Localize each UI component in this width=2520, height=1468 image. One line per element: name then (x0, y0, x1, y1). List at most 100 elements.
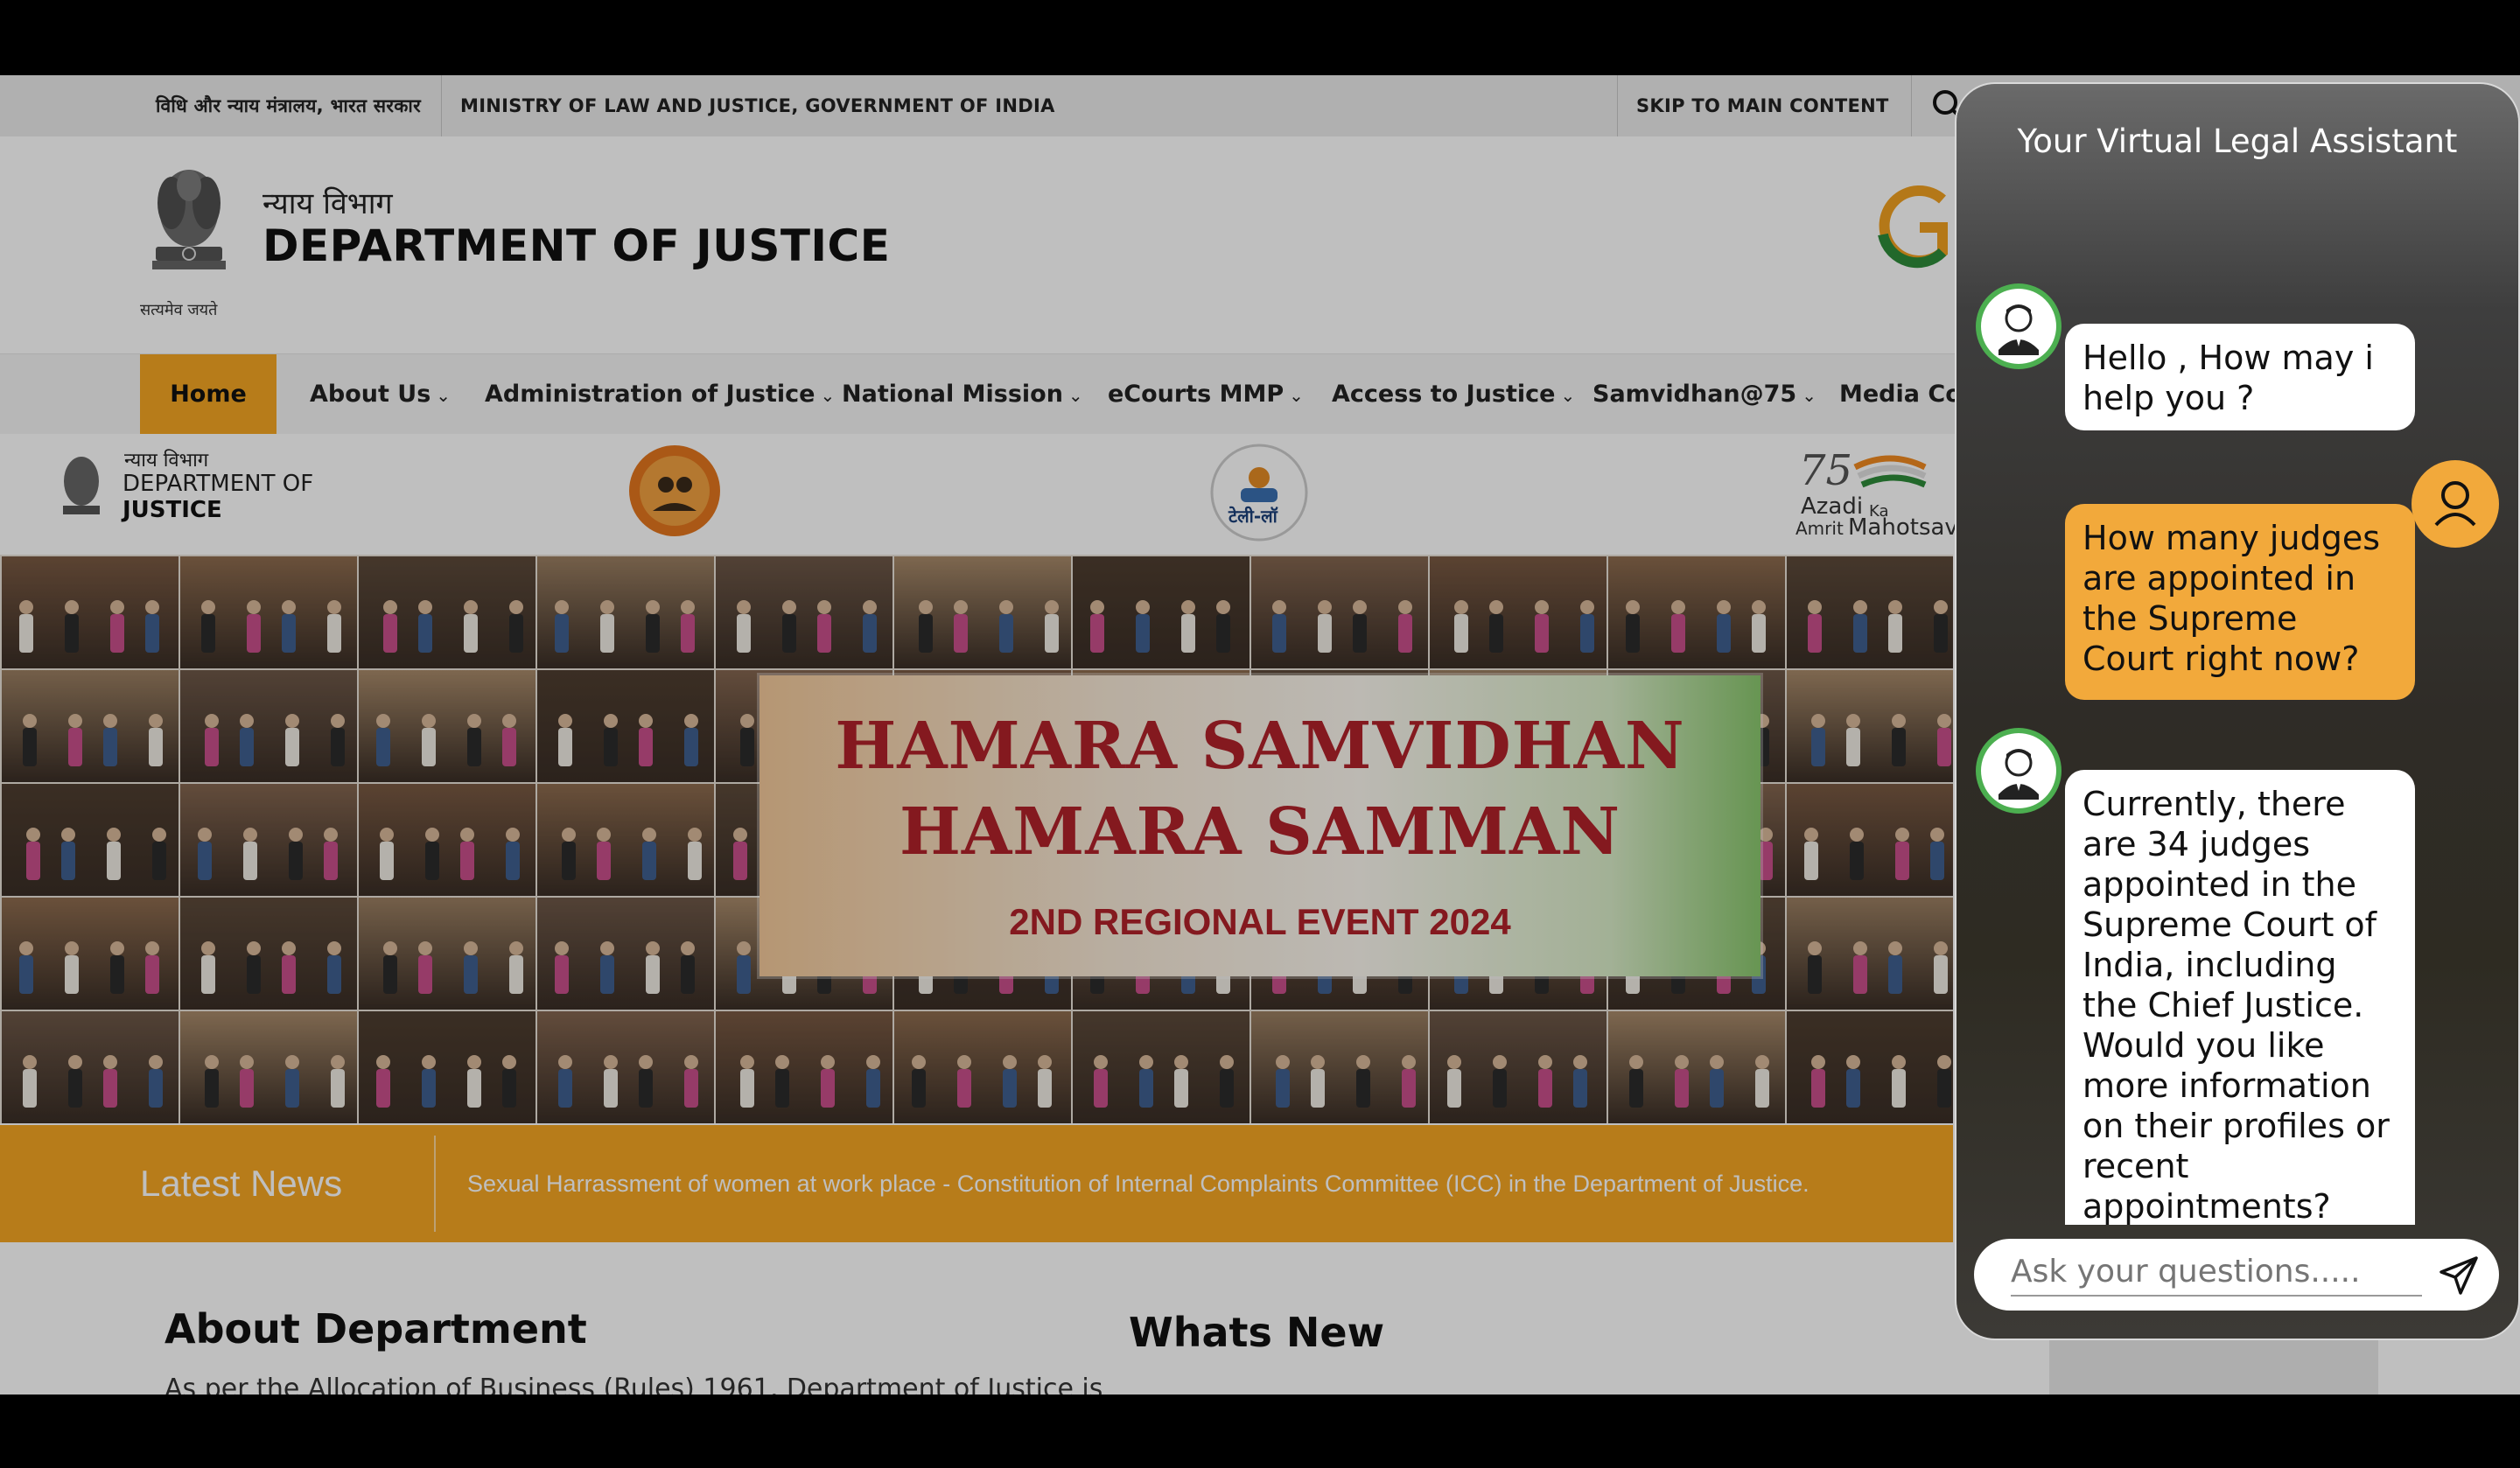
mahotsav-label: Mahotsav (1848, 514, 1958, 541)
chevron-down-icon: ⌄ (820, 385, 836, 406)
collage-photo (0, 555, 180, 670)
nav-administration-of-justice[interactable]: Administration of Justice ⌄ (485, 354, 835, 435)
collage-photo (357, 668, 537, 784)
nav-about-us[interactable]: About Us ⌄ (310, 354, 451, 435)
collage-photo (892, 1010, 1073, 1123)
collage-photo (0, 668, 180, 784)
nav-home-label: Home (170, 381, 247, 408)
nyaya-bandhu-logo-icon[interactable] (626, 443, 723, 539)
collage-photo (357, 896, 537, 1011)
collage-photo (357, 555, 537, 670)
send-icon[interactable] (2438, 1255, 2480, 1297)
chat-input-container (1974, 1239, 2499, 1311)
collage-photo (536, 896, 716, 1011)
collage-photo (1250, 1010, 1430, 1123)
strip-dept-line1: DEPARTMENT OF (122, 471, 314, 497)
chat-title: Your Virtual Legal Assistant (2017, 122, 2458, 160)
news-ticker-link[interactable]: Sexual Harrassment of women at work plac… (467, 1125, 1810, 1242)
national-emblem-icon[interactable] (136, 150, 242, 290)
collage-photo (1428, 555, 1608, 670)
chevron-down-icon: ⌄ (1560, 385, 1576, 406)
collage-photo (1785, 896, 1953, 1011)
strip-hindi-dept: न्याय विभाग (124, 450, 209, 472)
tele-law-label: टेली-लॉ (1228, 506, 1278, 527)
collage-photo (178, 1010, 359, 1123)
whats-new-heading: Whats New (1129, 1309, 1385, 1356)
chat-message-user: How many judges are appointed in the Sup… (2065, 504, 2415, 700)
about-department-heading: About Department (164, 1305, 587, 1353)
skip-to-main-link[interactable]: SKIP TO MAIN CONTENT (1636, 75, 1889, 136)
nav-media-corner[interactable]: Media Co (1839, 354, 1962, 435)
collage-photo (1071, 555, 1251, 670)
hero-banner-carousel[interactable]: HAMARA SAMVIDHAN HAMARA SAMMAN 2ND REGIO… (0, 555, 1953, 1123)
about-department-text: As per the Allocation of Business (Rules… (164, 1374, 1103, 1395)
chevron-down-icon: ⌄ (1802, 385, 1816, 406)
collage-photo (1785, 668, 1953, 784)
collage-photo (357, 782, 537, 898)
collage-photo (0, 1010, 180, 1123)
collage-photo (178, 782, 359, 898)
virtual-assistant-chat[interactable]: Your Virtual Legal Assistant Hello , How… (1956, 84, 2518, 1339)
nav-label: National Mission (842, 381, 1063, 408)
collage-photo (1785, 555, 1953, 670)
bot-avatar-icon (1976, 283, 2062, 369)
collage-photo (1785, 782, 1953, 898)
collage-photo (1785, 1010, 1953, 1123)
banner-event-ordinal: 2ND (1009, 901, 1083, 942)
latest-news-bar: Latest News Sexual Harrassment of women … (0, 1125, 1953, 1242)
divider (441, 75, 442, 136)
collage-photo (1250, 555, 1430, 670)
user-avatar-icon (2412, 460, 2499, 548)
collage-photo (714, 1010, 894, 1123)
department-name: DEPARTMENT OF JUSTICE (262, 220, 891, 271)
nav-label: eCourts MMP (1108, 381, 1284, 408)
nav-label: About Us (310, 381, 431, 408)
tele-law-logo-icon[interactable]: टेली-लॉ (1209, 443, 1309, 542)
bot-avatar-icon (1976, 728, 2062, 814)
nav-label: Samvidhan@75 (1592, 381, 1797, 408)
collage-photo (892, 555, 1073, 670)
nav-label: Media Co (1839, 381, 1962, 408)
divider (1617, 75, 1618, 136)
emblem-motto: सत्यमेव जयते (140, 301, 218, 319)
chevron-down-icon: ⌄ (436, 385, 452, 406)
banner-line2: HAMARA SAMMAN (899, 794, 1621, 870)
collage-photo (1606, 1010, 1787, 1123)
collage-photo (0, 896, 180, 1011)
chevron-down-icon: ⌄ (1068, 385, 1083, 406)
banner-event-label: REGIONAL EVENT 2024 (1092, 901, 1511, 942)
collage-photo (714, 555, 894, 670)
collage-photo (536, 668, 716, 784)
collage-photo (536, 555, 716, 670)
hindi-ministry-label: विधि और न्याय मंत्रालय, भारत सरकार (156, 95, 421, 116)
nav-ecourts-mmp[interactable]: eCourts MMP ⌄ (1108, 354, 1304, 435)
divider (1911, 75, 1912, 136)
chat-message-bot: Hello , How may i help you ? (2065, 324, 2415, 430)
amrit-label: Amrit (1796, 518, 1844, 539)
ministry-label: MINISTRY OF LAW AND JUSTICE, GOVERNMENT … (460, 95, 1055, 116)
svg-text:75: 75 (1799, 446, 1852, 495)
collage-photo (0, 782, 180, 898)
emblem-small-icon (54, 448, 108, 528)
nav-national-mission[interactable]: National Mission ⌄ (842, 354, 1083, 435)
nav-label: Administration of Justice (485, 381, 816, 408)
collage-photo (357, 1010, 537, 1123)
chat-question-input[interactable] (2011, 1248, 2422, 1297)
nav-access-to-justice[interactable]: Access to Justice ⌄ (1332, 354, 1575, 435)
collage-photo (178, 668, 359, 784)
collage-photo (1071, 1010, 1251, 1123)
chevron-down-icon: ⌄ (1289, 385, 1304, 406)
nav-home[interactable]: Home (140, 354, 276, 435)
nav-samvidhan-75[interactable]: Samvidhan@75 ⌄ (1592, 354, 1816, 435)
chat-message-bot: Currently, there are 34 judges appointed… (2065, 770, 2415, 1225)
azadi-ka-amrit-mahotsav-logo[interactable]: 75 Azadi Ka Amrit Mahotsav (1794, 441, 1960, 541)
nav-label: Access to Justice (1332, 381, 1556, 408)
collage-photo (1606, 555, 1787, 670)
collage-photo (536, 782, 716, 898)
collage-photo (536, 1010, 716, 1123)
banner-event: 2ND REGIONAL EVENT 2024 (760, 901, 1760, 943)
g20-logo-icon (1872, 173, 1953, 278)
hindi-department-name: न्याय विभाग (262, 186, 393, 221)
collage-photo (178, 555, 359, 670)
strip-dept-line2: JUSTICE (122, 497, 222, 523)
